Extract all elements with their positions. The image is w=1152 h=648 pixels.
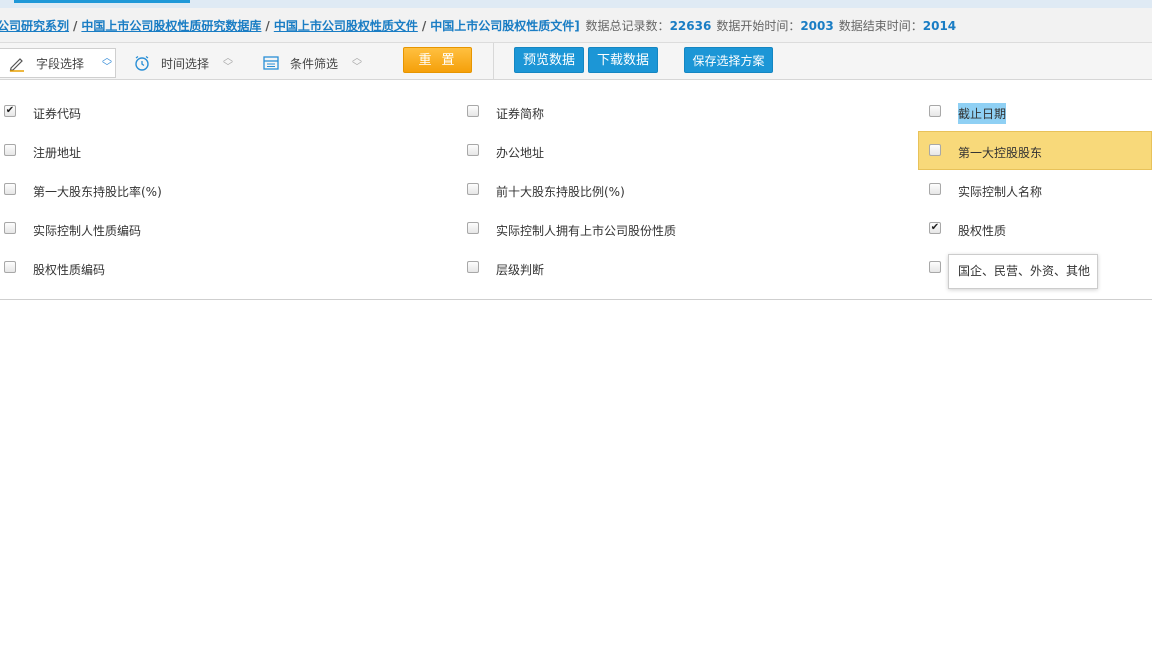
breadcrumb: 公司研究系列 / 中国上市公司股权性质研究数据库 / 中国上市公司股权性质文件 / 中国上市… bbox=[0, 8, 1152, 43]
field-label[interactable]: 层级判断 bbox=[496, 261, 544, 278]
field-label[interactable]: 证券简称 bbox=[496, 105, 544, 122]
breadcrumb-trail: 公司研究系列 / 中国上市公司股权性质研究数据库 / 中国上市公司股权性质文件 / 中国上市… bbox=[0, 17, 959, 34]
chevron-updown-icon: ︿ ﹀ bbox=[102, 53, 113, 73]
breadcrumb-link-company-research[interactable]: 公司研究系列 bbox=[0, 19, 69, 33]
time-select-label: 时间选择 bbox=[161, 56, 210, 71]
pencil-icon bbox=[9, 58, 24, 72]
field-label[interactable]: 证券代码 bbox=[33, 105, 81, 122]
breadcrumb-separator: / bbox=[73, 19, 78, 33]
field-checkbox[interactable] bbox=[467, 261, 479, 273]
field-select-label: 字段选择 bbox=[36, 56, 85, 71]
field-checkbox[interactable] bbox=[929, 261, 941, 273]
field-checkbox[interactable]: ✔ bbox=[929, 222, 941, 234]
condition-filter-label: 条件筛选 bbox=[290, 56, 339, 71]
end-time-label: 数据结束时间： bbox=[838, 19, 923, 33]
field-label[interactable]: 实际控制人名称 bbox=[958, 183, 1042, 200]
field-checkbox[interactable] bbox=[467, 183, 479, 195]
field-select-tab[interactable]: 字段选择 ︿ ﹀ bbox=[0, 48, 116, 78]
field-label[interactable]: 第一大股东持股比率(%) bbox=[33, 183, 162, 200]
field-checkbox[interactable] bbox=[4, 261, 16, 273]
breadcrumb-link-equity-file[interactable]: 中国上市公司股权性质文件 bbox=[274, 19, 418, 33]
field-label[interactable]: 实际控制人性质编码 bbox=[33, 222, 141, 239]
toolbar-divider bbox=[493, 43, 494, 80]
end-time-value: 2014 bbox=[922, 19, 957, 33]
active-tab-indicator bbox=[14, 0, 190, 3]
filter-list-icon bbox=[263, 56, 279, 70]
field-checkbox[interactable]: ✔ bbox=[4, 105, 16, 117]
breadcrumb-separator: / bbox=[265, 19, 270, 33]
field-checkbox[interactable] bbox=[929, 183, 941, 195]
download-data-button[interactable]: 下载数据 bbox=[588, 47, 658, 73]
field-checkbox[interactable] bbox=[4, 144, 16, 156]
chevron-updown-icon: ︿ ﹀ bbox=[352, 53, 363, 73]
breadcrumb-link-equity-database[interactable]: 中国上市公司股权性质研究数据库 bbox=[81, 19, 261, 33]
time-select-tab[interactable]: 时间选择 ︿ ﹀ bbox=[133, 49, 233, 77]
alarm-clock-icon bbox=[135, 55, 149, 71]
reset-button[interactable]: 重置 bbox=[403, 47, 472, 73]
total-records-label: 数据总记录数： bbox=[585, 19, 670, 33]
field-label[interactable]: 前十大股东持股比例(%) bbox=[496, 183, 625, 200]
field-checkbox[interactable] bbox=[467, 144, 479, 156]
field-label[interactable]: 截止日期 bbox=[958, 103, 1007, 124]
field-label[interactable]: 股权性质 bbox=[958, 222, 1006, 239]
field-label[interactable]: 办公地址 bbox=[496, 144, 544, 161]
field-checkbox[interactable] bbox=[4, 222, 16, 234]
chevron-updown-icon: ︿ ﹀ bbox=[223, 53, 234, 73]
top-tab-strip bbox=[0, 0, 1152, 8]
field-label[interactable]: 第一大控股股东 bbox=[958, 144, 1042, 161]
field-checkbox[interactable] bbox=[4, 183, 16, 195]
field-label[interactable]: 实际控制人拥有上市公司股份性质 bbox=[496, 222, 676, 239]
breadcrumb-separator: / bbox=[421, 19, 427, 33]
field-label[interactable]: 股权性质编码 bbox=[33, 261, 105, 278]
toolbar: 字段选择 ︿ ﹀ 时间选择 ︿ ﹀ 条件筛选 ︿ ﹀ 重置 预览数据 下载数据 保存选… bbox=[0, 43, 1152, 80]
preview-data-button[interactable]: 预览数据 bbox=[514, 47, 584, 73]
field-checkbox[interactable] bbox=[929, 105, 941, 117]
field-checkbox[interactable] bbox=[929, 144, 941, 156]
save-plan-button[interactable]: 保存选择方案 bbox=[684, 47, 773, 73]
condition-filter-tab[interactable]: 条件筛选 ︿ ﹀ bbox=[262, 49, 362, 77]
start-time-label: 数据开始时间： bbox=[716, 19, 801, 33]
field-checkbox[interactable] bbox=[467, 105, 479, 117]
start-time-value: 2003 bbox=[800, 19, 834, 33]
total-records-value: 22636 bbox=[669, 19, 712, 33]
field-checkbox[interactable] bbox=[467, 222, 479, 234]
field-tooltip: 国企、民营、外资、其他 bbox=[948, 254, 1098, 289]
field-label[interactable]: 注册地址 bbox=[33, 144, 81, 161]
breadcrumb-current: 中国上市公司股权性质文件] bbox=[430, 19, 580, 33]
